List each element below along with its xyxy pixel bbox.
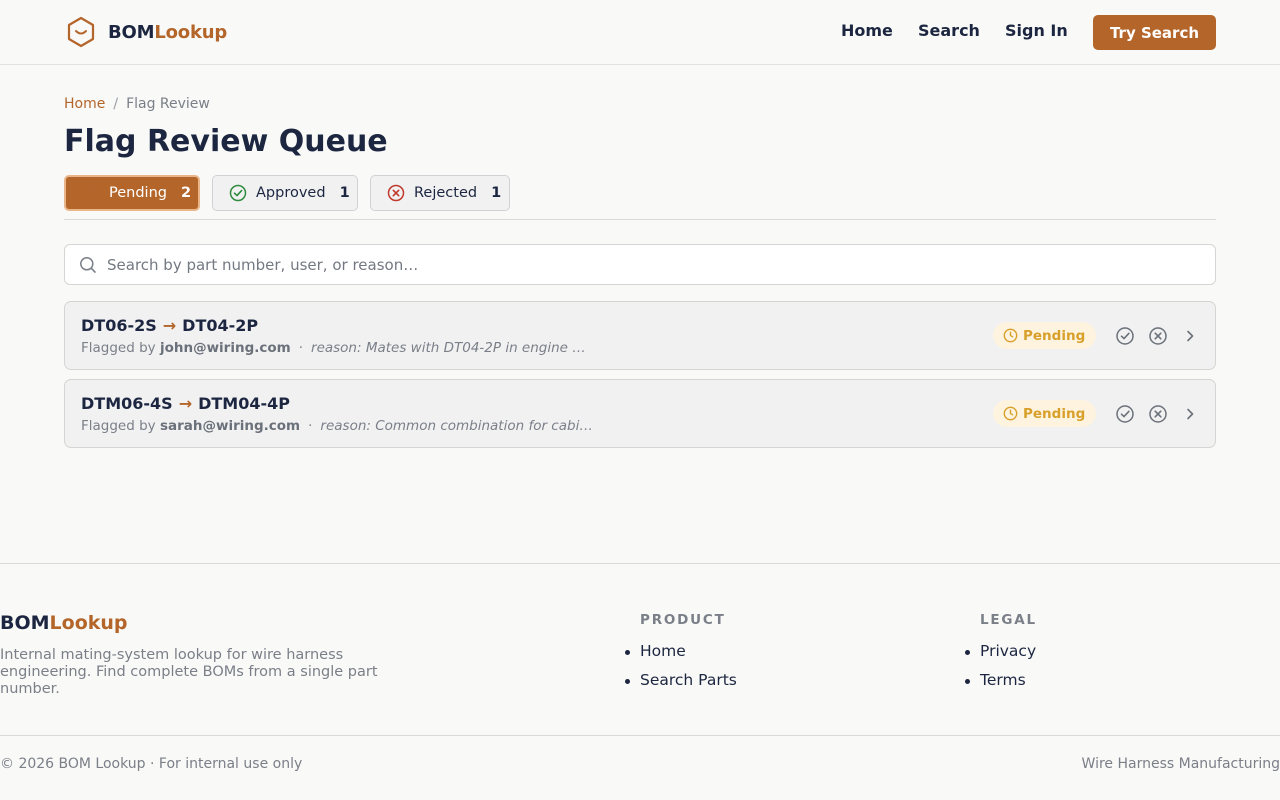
tab-rejected-label: Rejected: [414, 185, 478, 201]
flag-meta: Flagged by john@wiring.com · reason: Mates…: [81, 340, 586, 356]
source-part: DT06-2S: [81, 316, 157, 335]
breadcrumb-current: Flag Review: [126, 96, 210, 112]
footer-tagline: Wire Harness Manufacturing: [1081, 756, 1280, 772]
source-part: DTM06-4S: [81, 394, 173, 413]
breadcrumb-separator: /: [113, 96, 119, 112]
footer-product-heading: PRODUCT: [640, 612, 726, 628]
reject-icon[interactable]: [1148, 326, 1168, 346]
hexagon-logo-icon: [67, 16, 95, 48]
footer-legal-heading: LEGAL: [980, 612, 1037, 628]
flag-reason: reason: Mates with DT04-2P in engine …: [311, 340, 586, 356]
footer-link-search-parts[interactable]: Search Parts: [625, 671, 737, 689]
approve-icon[interactable]: [1115, 326, 1135, 346]
reject-icon[interactable]: [1148, 404, 1168, 424]
part-pair: DT06-2S → DT04-2P: [81, 316, 258, 335]
tab-pending[interactable]: Pending 2: [64, 175, 200, 211]
status-badge: Pending: [993, 322, 1097, 349]
search-input[interactable]: [107, 245, 1207, 284]
footer-bottom-divider: [0, 735, 1280, 736]
breadcrumb: Home / Flag Review: [64, 96, 210, 112]
logo[interactable]: BOMLookup: [66, 16, 227, 48]
arrow-icon: →: [178, 394, 193, 413]
meta-separator: ·: [298, 340, 304, 356]
target-part: DTM04-4P: [198, 394, 290, 413]
approve-icon[interactable]: [1115, 404, 1135, 424]
check-circle-icon: [229, 184, 247, 202]
flagged-by-label: Flagged by: [81, 418, 156, 434]
tab-pending-label: Pending: [109, 185, 167, 201]
meta-separator: ·: [308, 418, 313, 434]
clock-icon: [1003, 406, 1018, 421]
footer-link-terms[interactable]: Terms: [965, 671, 1026, 689]
nav-home[interactable]: Home: [841, 21, 893, 40]
tab-rejected[interactable]: Rejected 1: [370, 175, 510, 211]
tab-rejected-count: 1: [491, 185, 502, 201]
flag-row[interactable]: DTM06-4S → DTM04-4P Flagged by sarah@wirin…: [64, 379, 1216, 448]
footer-description: Internal mating-system lookup for wire h…: [0, 647, 378, 697]
footer-link-privacy[interactable]: Privacy: [964, 642, 1036, 660]
footer-brand: BOMLookup: [0, 612, 128, 634]
arrow-icon: →: [162, 316, 177, 335]
nav-sign-in[interactable]: Sign In: [1005, 21, 1068, 40]
target-part: DT04-2P: [182, 316, 259, 335]
flag-reason: reason: Common combination for cabi…: [320, 418, 593, 434]
try-search-button[interactable]: Try Search: [1093, 15, 1216, 50]
flagged-by-label: Flagged by: [81, 340, 156, 356]
nav-search[interactable]: Search: [918, 21, 980, 40]
tab-pending-count: 2: [180, 185, 192, 201]
chevron-right-icon[interactable]: [1180, 404, 1200, 424]
copyright: © 2026 BOM Lookup · For internal use onl…: [0, 756, 303, 772]
chevron-right-icon[interactable]: [1180, 326, 1200, 346]
footer-divider: [0, 563, 1280, 564]
footer-link-home[interactable]: Home: [625, 642, 686, 660]
tab-approved[interactable]: Approved 1: [212, 175, 358, 211]
search-box: [64, 244, 1216, 285]
flag-user: john@wiring.com: [159, 340, 291, 356]
tabs-divider: [64, 219, 1216, 220]
x-circle-icon: [387, 184, 405, 202]
tab-approved-count: 1: [339, 185, 350, 201]
clock-icon: [1003, 328, 1018, 343]
flag-user: sarah@wiring.com: [159, 418, 301, 434]
status-badge: Pending: [993, 400, 1097, 427]
flag-row[interactable]: DT06-2S → DT04-2P Flagged by john@wiring.c…: [64, 301, 1216, 370]
page-title: Flag Review Queue: [64, 124, 388, 159]
brand-name: BOMLookup: [108, 21, 228, 43]
part-pair: DTM06-4S → DTM04-4P: [81, 394, 290, 413]
flag-meta: Flagged by sarah@wiring.com · reason: Comm…: [81, 418, 593, 434]
tab-approved-label: Approved: [256, 185, 326, 201]
breadcrumb-home[interactable]: Home: [64, 96, 105, 112]
status-label: Pending: [1023, 405, 1086, 422]
clock-icon: [82, 184, 100, 202]
top-header: BOMLookup Home Search Sign In Try Search: [0, 0, 1280, 65]
search-icon: [80, 257, 96, 273]
status-label: Pending: [1023, 327, 1086, 344]
